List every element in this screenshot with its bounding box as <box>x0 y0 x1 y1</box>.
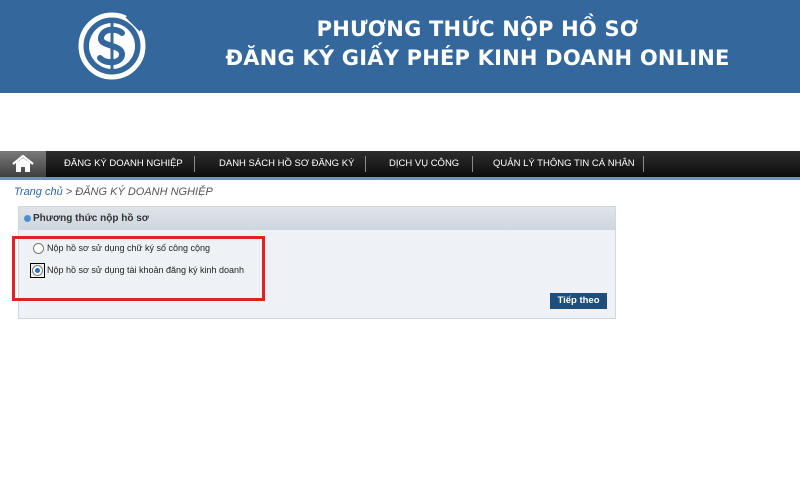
highlight-annotation-box <box>12 236 265 301</box>
panel-title: Phương thức nộp hồ sơ <box>33 213 149 224</box>
home-icon <box>12 155 34 172</box>
nav-item-dich-vu-cong[interactable]: DỊCH VỤ CÔNG <box>389 151 459 177</box>
nav-item-danh-sach-ho-so[interactable]: DANH SÁCH HỒ SƠ ĐĂNG KÝ <box>219 151 354 177</box>
nav-separator <box>472 156 473 172</box>
nav-separator <box>643 156 644 172</box>
navbar-underline <box>0 177 800 180</box>
nav-separator <box>194 156 195 172</box>
main-navbar: ĐĂNG KÝ DOANH NGHIỆP DANH SÁCH HỒ SƠ ĐĂN… <box>0 151 800 177</box>
home-button[interactable] <box>0 151 46 177</box>
info-icon <box>24 215 31 222</box>
breadcrumb-current: ĐĂNG KÝ DOANH NGHIỆP <box>75 186 213 198</box>
breadcrumb-separator: > <box>62 186 76 198</box>
banner-title-line1: PHƯƠNG THỨC NỘP HỒ SƠ <box>316 17 639 41</box>
next-button[interactable]: Tiếp theo <box>550 293 607 309</box>
nav-item-dang-ky-doanh-nghiep[interactable]: ĐĂNG KÝ DOANH NGHIỆP <box>64 151 183 177</box>
breadcrumb: Trang chủ > ĐĂNG KÝ DOANH NGHIỆP <box>14 186 213 198</box>
nav-item-quan-ly-thong-tin[interactable]: QUẢN LÝ THÔNG TIN CÁ NHÂN <box>493 151 635 177</box>
header-banner: PHƯƠNG THỨC NỘP HỒ SƠ ĐĂNG KÝ GIẤY PHÉP … <box>0 0 800 93</box>
breadcrumb-home-link[interactable]: Trang chủ <box>14 186 63 198</box>
panel-header: Phương thức nộp hồ sơ <box>19 207 615 230</box>
dollar-coin-logo-icon <box>78 12 146 80</box>
nav-separator <box>365 156 366 172</box>
banner-title-line2: ĐĂNG KÝ GIẤY PHÉP KINH DOANH ONLINE <box>225 46 730 70</box>
